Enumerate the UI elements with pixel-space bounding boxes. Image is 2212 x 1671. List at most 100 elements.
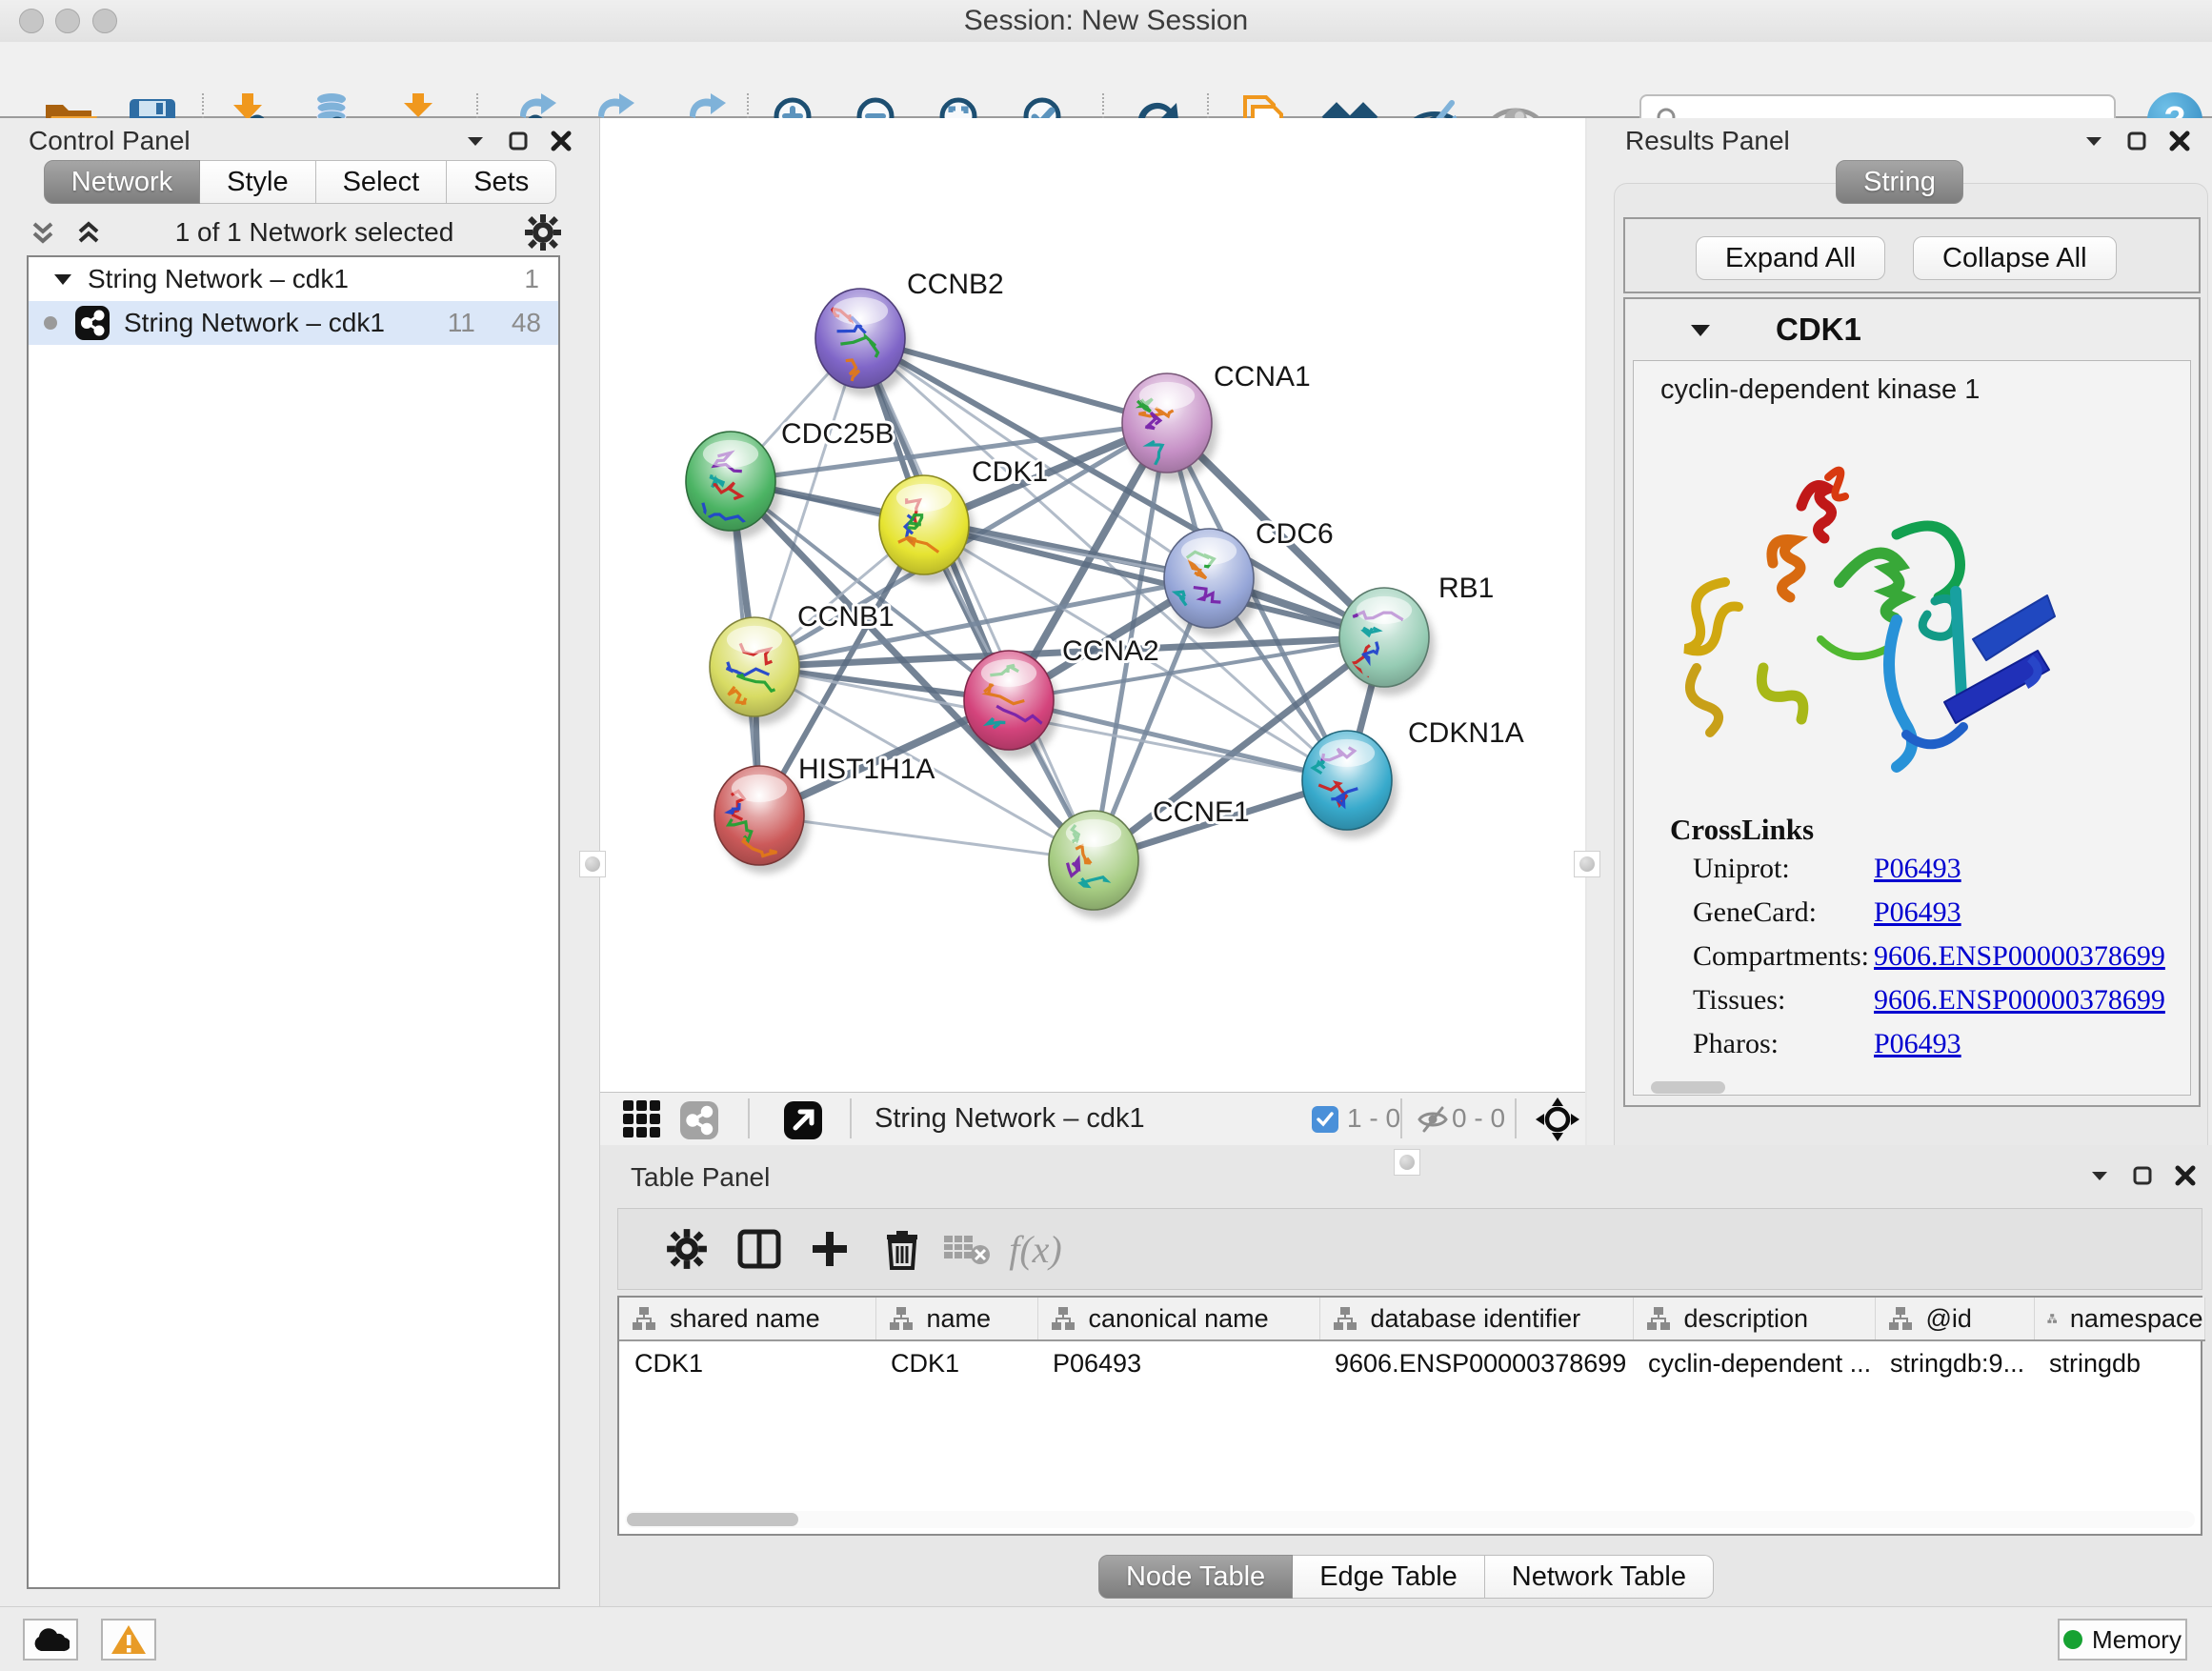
protein-description: cyclin-dependent kinase 1 (1660, 374, 1980, 406)
results-panel-title: Results Panel (1625, 126, 1790, 156)
network-name: String Network – cdk1 (124, 308, 448, 338)
grid-view-icon[interactable] (621, 1098, 663, 1140)
share-view-icon[interactable] (679, 1100, 719, 1140)
crosslink-link[interactable]: 9606.ENSP00000378699 (1874, 984, 2165, 1017)
horizontal-splitter-handle[interactable] (1394, 1149, 1420, 1176)
cloud-status-button[interactable] (23, 1619, 78, 1661)
tab-sets[interactable]: Sets (447, 160, 556, 204)
open-in-window-icon[interactable] (783, 1100, 823, 1140)
table-cell[interactable]: stringdb (2034, 1340, 2204, 1385)
column-header-database-identifier[interactable]: database identifier (1319, 1298, 1633, 1340)
tab-network[interactable]: Network (44, 160, 200, 204)
check-icon (1316, 1110, 1335, 1129)
right-splitter-handle[interactable] (1574, 851, 1600, 877)
table-panel: Table Panel f(x) shared namenamecanonica… (600, 1145, 2212, 1606)
table-cell[interactable]: stringdb:9... (1875, 1340, 2034, 1385)
node-table[interactable]: shared namenamecanonical namedatabase id… (617, 1296, 2202, 1536)
birds-eye-navigator-icon[interactable] (1536, 1097, 1579, 1141)
node-label: CDC6 (1256, 518, 1334, 550)
tab-edge-table[interactable]: Edge Table (1293, 1555, 1485, 1599)
results-scrollbar-thumb[interactable] (1651, 1081, 1725, 1094)
crosslink-row: GeneCard:P06493 (1670, 891, 2165, 935)
hierarchy-icon (1333, 1306, 1357, 1331)
network-list-header: 1 of 1 Network selected (27, 211, 562, 253)
column-header-@id[interactable]: @id (1875, 1298, 2034, 1340)
column-header-shared-name[interactable]: shared name (619, 1298, 875, 1340)
column-header-description[interactable]: description (1633, 1298, 1875, 1340)
node-label: CCNB2 (907, 269, 1004, 300)
edge-CCNA2-CDKN1A[interactable] (1009, 700, 1347, 780)
tab-node-table[interactable]: Node Table (1098, 1555, 1293, 1599)
control-panel: Control Panel NetworkStyleSelectSets 1 o… (0, 118, 600, 1606)
hierarchy-icon (2047, 1306, 2057, 1331)
table-cell[interactable]: CDK1 (875, 1340, 1037, 1385)
create-column-button[interactable] (801, 1220, 858, 1278)
tree-expand-icon[interactable] (51, 268, 74, 291)
warnings-button[interactable] (101, 1619, 156, 1661)
table-row[interactable]: CDK1CDK1P064939606.ENSP00000378699cyclin… (619, 1340, 2204, 1385)
node-CDC25B[interactable]: CDC25B (686, 418, 894, 539)
close-panel-icon[interactable] (2168, 130, 2191, 152)
tab-string[interactable]: String (1836, 160, 1963, 204)
node-label: CCNA1 (1214, 361, 1311, 393)
protein-entry-header[interactable]: CDK1 (1625, 299, 2199, 360)
float-panel-icon[interactable] (2132, 1165, 2153, 1186)
crosslink-label: GeneCard: (1670, 896, 1874, 929)
expand-all-networks-icon[interactable] (27, 216, 59, 249)
table-tabs: Node TableEdge TableNetwork Table (600, 1555, 2212, 1599)
crosslink-link[interactable]: P06493 (1874, 896, 1961, 929)
crosslink-link[interactable]: P06493 (1874, 1028, 1961, 1060)
current-network-dot-icon (44, 316, 57, 330)
crosslink-link[interactable]: 9606.ENSP00000378699 (1874, 940, 2165, 973)
left-splitter-handle[interactable] (579, 851, 606, 877)
crosslink-label: Uniprot: (1670, 853, 1874, 885)
node-CCNB2[interactable]: CCNB2 (815, 269, 1004, 396)
entry-collapse-icon[interactable] (1688, 317, 1713, 342)
collapse-all-networks-icon[interactable] (72, 216, 105, 249)
results-tab-bar: String (1587, 160, 2212, 204)
string-network-icon (74, 305, 111, 341)
close-panel-icon[interactable] (550, 130, 573, 152)
column-header-namespace[interactable]: namespace (2034, 1298, 2204, 1340)
tab-style[interactable]: Style (200, 160, 315, 204)
table-hscrollbar-thumb[interactable] (627, 1513, 798, 1526)
collapse-all-button[interactable]: Collapse All (1913, 236, 2117, 280)
memory-button[interactable]: Memory (2058, 1619, 2187, 1661)
table-cell[interactable]: cyclin-dependent ... (1633, 1340, 1875, 1385)
crosslink-row: Tissues:9606.ENSP00000378699 (1670, 978, 2165, 1022)
network-row-selected[interactable]: String Network – cdk1 11 48 (29, 301, 558, 345)
selected-checkbox[interactable] (1312, 1106, 1338, 1133)
float-panel-icon[interactable] (508, 131, 529, 151)
column-header-canonical-name[interactable]: canonical name (1037, 1298, 1319, 1340)
node-RB1[interactable]: RB1 (1339, 573, 1494, 695)
delete-table-icon (942, 1232, 992, 1266)
collapse-panel-icon[interactable] (2082, 130, 2105, 152)
toolbar-separator (748, 1098, 750, 1138)
collapse-panel-icon[interactable] (2088, 1164, 2111, 1187)
toolbar-separator (1515, 1098, 1517, 1138)
crosslink-link[interactable]: P06493 (1874, 853, 1961, 885)
node-CDKN1A[interactable]: CDKN1A (1302, 717, 1524, 838)
close-panel-icon[interactable] (2174, 1164, 2197, 1187)
table-cell[interactable]: P06493 (1037, 1340, 1319, 1385)
node-CCNA1[interactable]: CCNA1 (1122, 361, 1311, 481)
network-options-gear-icon[interactable] (524, 213, 562, 252)
node-HIST1H1A[interactable]: HIST1H1A (714, 754, 935, 874)
table-hscrollbar[interactable] (625, 1511, 2195, 1528)
float-panel-icon[interactable] (2126, 131, 2147, 151)
tab-select[interactable]: Select (316, 160, 448, 204)
hierarchy-icon (632, 1306, 656, 1331)
memory-status-icon (2063, 1630, 2082, 1649)
expand-all-button[interactable]: Expand All (1696, 236, 1885, 280)
column-header-name[interactable]: name (875, 1298, 1037, 1340)
show-columns-button[interactable] (731, 1220, 788, 1278)
network-canvas[interactable]: CCNB2CCNA1CDC25BCDK1CDC6RB1CCNB1CCNA2CDK… (600, 118, 1585, 1092)
table-cell[interactable]: CDK1 (619, 1340, 875, 1385)
network-collection-row[interactable]: String Network – cdk1 1 (29, 257, 558, 301)
collapse-panel-icon[interactable] (464, 130, 487, 152)
table-options-button[interactable] (658, 1220, 715, 1278)
delete-column-button[interactable] (874, 1220, 931, 1278)
tab-network-table[interactable]: Network Table (1485, 1555, 1714, 1599)
table-cell[interactable]: 9606.ENSP00000378699 (1319, 1340, 1633, 1385)
results-panel: Results Panel String Expand All Collapse… (1587, 118, 2212, 1170)
